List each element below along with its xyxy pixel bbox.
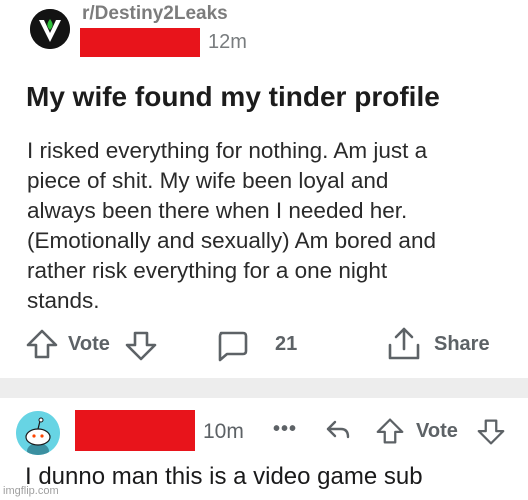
watermark: imgflip.com — [3, 485, 59, 497]
post-body-line: I risked everything for nothing. Am just… — [27, 138, 428, 163]
downvote-arrow-icon — [477, 419, 505, 445]
snoo-avatar-icon — [16, 411, 60, 455]
more-options-button[interactable]: ••• — [273, 418, 297, 441]
upvote-arrow-icon — [26, 329, 58, 359]
comment-downvote-button[interactable] — [476, 418, 506, 446]
post-body-line: rather risk everything for a one night — [27, 258, 388, 283]
post-body-line: stands. — [27, 288, 100, 313]
commenter-redaction — [75, 410, 195, 451]
downvote-button[interactable] — [124, 330, 158, 362]
downvote-arrow-icon — [125, 331, 157, 361]
subreddit-icon[interactable] — [30, 9, 70, 49]
post-body: I risked everything for nothing. Am just… — [27, 136, 522, 316]
subreddit-name[interactable]: r/Destiny2Leaks — [82, 3, 228, 25]
section-divider — [0, 378, 528, 398]
comment-vote-label: Vote — [416, 420, 458, 442]
author-redaction — [80, 28, 200, 57]
upvote-button[interactable] — [25, 328, 59, 360]
post-body-line: always been there when I needed her. — [27, 198, 408, 223]
comments-button[interactable] — [215, 330, 249, 362]
post-body-line: (Emotionally and sexually) Am bored and — [27, 228, 436, 253]
post-timestamp: 12m — [208, 31, 247, 53]
comment-timestamp: 10m — [203, 420, 244, 443]
commenter-avatar[interactable] — [16, 411, 60, 455]
upvote-arrow-icon — [376, 418, 404, 444]
share-button[interactable] — [386, 325, 422, 363]
reply-arrow-icon — [326, 420, 350, 439]
vote-label: Vote — [68, 333, 110, 355]
comment-count: 21 — [275, 333, 298, 355]
share-label: Share — [434, 333, 490, 355]
post-title[interactable]: My wife found my tinder profile — [26, 81, 516, 113]
comment-bubble-icon — [218, 331, 248, 362]
reply-button[interactable] — [325, 418, 351, 442]
comment-text: I dunno man this is a video game sub — [25, 463, 423, 490]
post-body-line: piece of shit. My wife been loyal and — [27, 168, 389, 193]
comment-upvote-button[interactable] — [375, 417, 405, 445]
destiny-subreddit-icon — [30, 9, 70, 49]
share-icon — [388, 327, 420, 360]
